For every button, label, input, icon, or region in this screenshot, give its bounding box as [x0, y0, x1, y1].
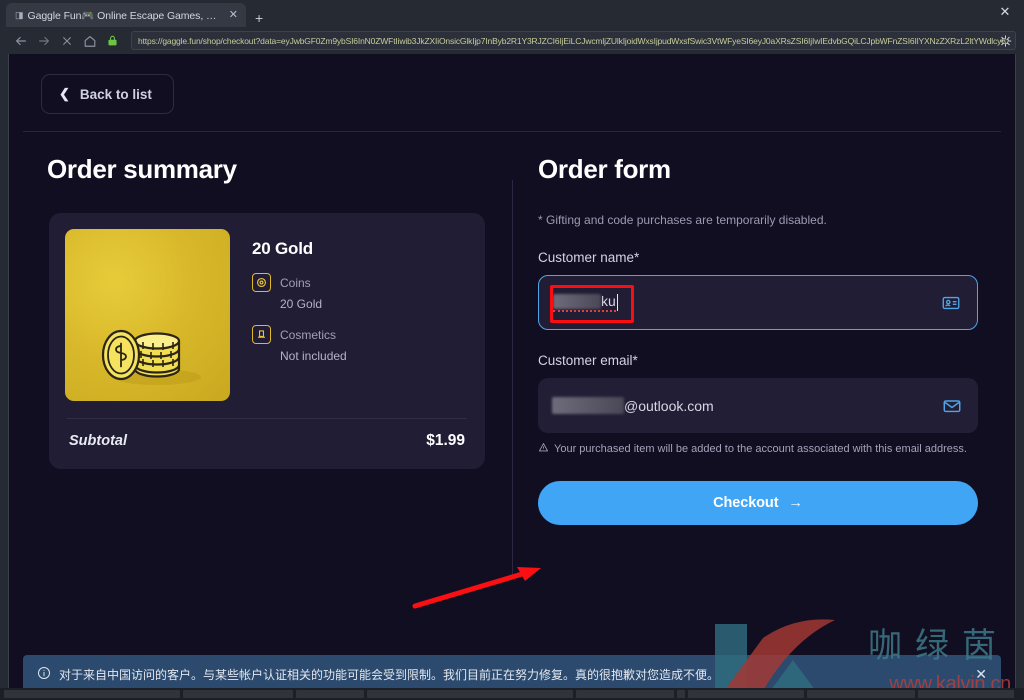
- subtotal-row: Subtotal $1.99: [65, 419, 469, 453]
- order-item-info: 20 Gold Coins 20 Gold: [252, 229, 469, 401]
- customer-email-suffix: @outlook.com: [624, 398, 714, 414]
- coins-illustration: [91, 311, 203, 385]
- customer-name-label: Customer name*: [538, 250, 978, 265]
- contact-card-icon[interactable]: [941, 293, 961, 313]
- gold-coins-image: [65, 229, 230, 401]
- taskbar-item[interactable]: [576, 690, 674, 698]
- taskbar-item[interactable]: [918, 690, 1014, 698]
- red-pointer-arrow: [409, 554, 559, 614]
- back-row: ❮ Back to list: [9, 54, 1015, 114]
- order-form-column: Order form * Gifting and code purchases …: [512, 132, 1015, 525]
- region-info-banner-text: 对于来自中国访问的客户。与某些帐户认证相关的功能可能会受到限制。我们目前正在努力…: [59, 666, 957, 683]
- envelope-icon[interactable]: [942, 396, 962, 416]
- checkout-page: ❮ Back to list Order summary: [9, 54, 1015, 700]
- customer-name-input[interactable]: ku: [538, 275, 978, 330]
- attribute-coins-label: Coins: [280, 276, 311, 290]
- checkout-columns: Order summary: [9, 132, 1015, 525]
- checkout-label: Checkout: [713, 495, 778, 511]
- taskbar-item[interactable]: [183, 690, 293, 698]
- subtotal-value: $1.99: [426, 432, 465, 450]
- attribute-cosmetics-value: Not included: [280, 349, 469, 363]
- forward-arrow-icon[interactable]: [33, 30, 54, 51]
- window-close-button[interactable]: ✕: [994, 2, 1016, 22]
- email-hint-text: Your purchased item will be added to the…: [554, 443, 967, 455]
- url-text: https://gaggle.fun/shop/checkout?data=ey…: [138, 36, 1009, 46]
- form-notice: * Gifting and code purchases are tempora…: [538, 213, 978, 227]
- browser-tab[interactable]: ◨ Gaggle Fun🎮 Online Escape Games, Party…: [6, 3, 246, 27]
- customer-email-label: Customer email*: [538, 353, 978, 368]
- os-taskbar: [0, 688, 1024, 700]
- navigation-toolbar: https://gaggle.fun/shop/checkout?data=ey…: [0, 27, 1024, 54]
- tab-strip: ◨ Gaggle Fun🎮 Online Escape Games, Party…: [0, 0, 1024, 27]
- customer-name-value: ku: [553, 293, 941, 313]
- customer-name-suffix: ku: [601, 293, 616, 309]
- order-item-title: 20 Gold: [252, 239, 469, 259]
- taskbar-item[interactable]: [4, 690, 180, 698]
- order-form: * Gifting and code purchases are tempora…: [538, 213, 978, 525]
- order-item-body: 20 Gold Coins 20 Gold: [65, 229, 469, 401]
- page-viewport: ❮ Back to list Order summary: [8, 54, 1016, 700]
- attribute-cosmetics: Cosmetics: [252, 325, 469, 344]
- new-tab-button[interactable]: +: [246, 11, 272, 27]
- customer-name-text: ku: [553, 293, 616, 313]
- stop-loading-icon[interactable]: [56, 30, 77, 51]
- subtotal-label: Subtotal: [69, 433, 127, 449]
- customer-email-value: @outlook.com: [552, 397, 942, 414]
- home-icon[interactable]: [79, 30, 100, 51]
- attribute-cosmetics-label: Cosmetics: [280, 328, 336, 342]
- browser-window: ◨ Gaggle Fun🎮 Online Escape Games, Party…: [0, 0, 1024, 700]
- redaction-block: [552, 397, 624, 414]
- url-bar[interactable]: https://gaggle.fun/shop/checkout?data=ey…: [131, 31, 1016, 50]
- taskbar-item[interactable]: [367, 690, 573, 698]
- customer-email-input[interactable]: @outlook.com: [538, 378, 978, 433]
- loading-spinner-icon: [999, 34, 1012, 47]
- arrow-right-icon: →: [788, 495, 802, 511]
- cosmetics-icon: [252, 325, 271, 344]
- coins-icon: [252, 273, 271, 292]
- text-caret: [617, 294, 618, 311]
- back-to-list-button[interactable]: ❮ Back to list: [41, 74, 174, 114]
- banner-close-icon[interactable]: ✕: [965, 666, 987, 683]
- warning-triangle-icon: [538, 442, 549, 456]
- order-item-card: 20 Gold Coins 20 Gold: [49, 213, 485, 469]
- taskbar-item[interactable]: [677, 690, 685, 698]
- redaction-block: [553, 294, 601, 309]
- chevron-left-icon: ❮: [59, 86, 70, 102]
- order-form-heading: Order form: [538, 154, 1015, 185]
- lock-icon[interactable]: [102, 30, 123, 51]
- taskbar-item[interactable]: [296, 690, 364, 698]
- tab-close-icon[interactable]: ✕: [227, 10, 240, 21]
- gaggle-favicon: ◨: [15, 11, 24, 20]
- attribute-coins-value: 20 Gold: [280, 297, 469, 311]
- taskbar-item[interactable]: [688, 690, 804, 698]
- tab-title: Gaggle Fun🎮 Online Escape Games, Party G…: [28, 9, 223, 22]
- order-summary-heading: Order summary: [47, 154, 512, 185]
- info-circle-icon: [37, 666, 51, 683]
- checkout-button[interactable]: Checkout →: [538, 481, 978, 525]
- order-summary-column: Order summary: [9, 132, 512, 525]
- email-hint: Your purchased item will be added to the…: [538, 442, 978, 456]
- taskbar-item[interactable]: [807, 690, 915, 698]
- attribute-coins: Coins: [252, 273, 469, 292]
- column-divider: [512, 180, 513, 575]
- back-to-list-label: Back to list: [80, 87, 152, 102]
- back-arrow-icon[interactable]: [10, 30, 31, 51]
